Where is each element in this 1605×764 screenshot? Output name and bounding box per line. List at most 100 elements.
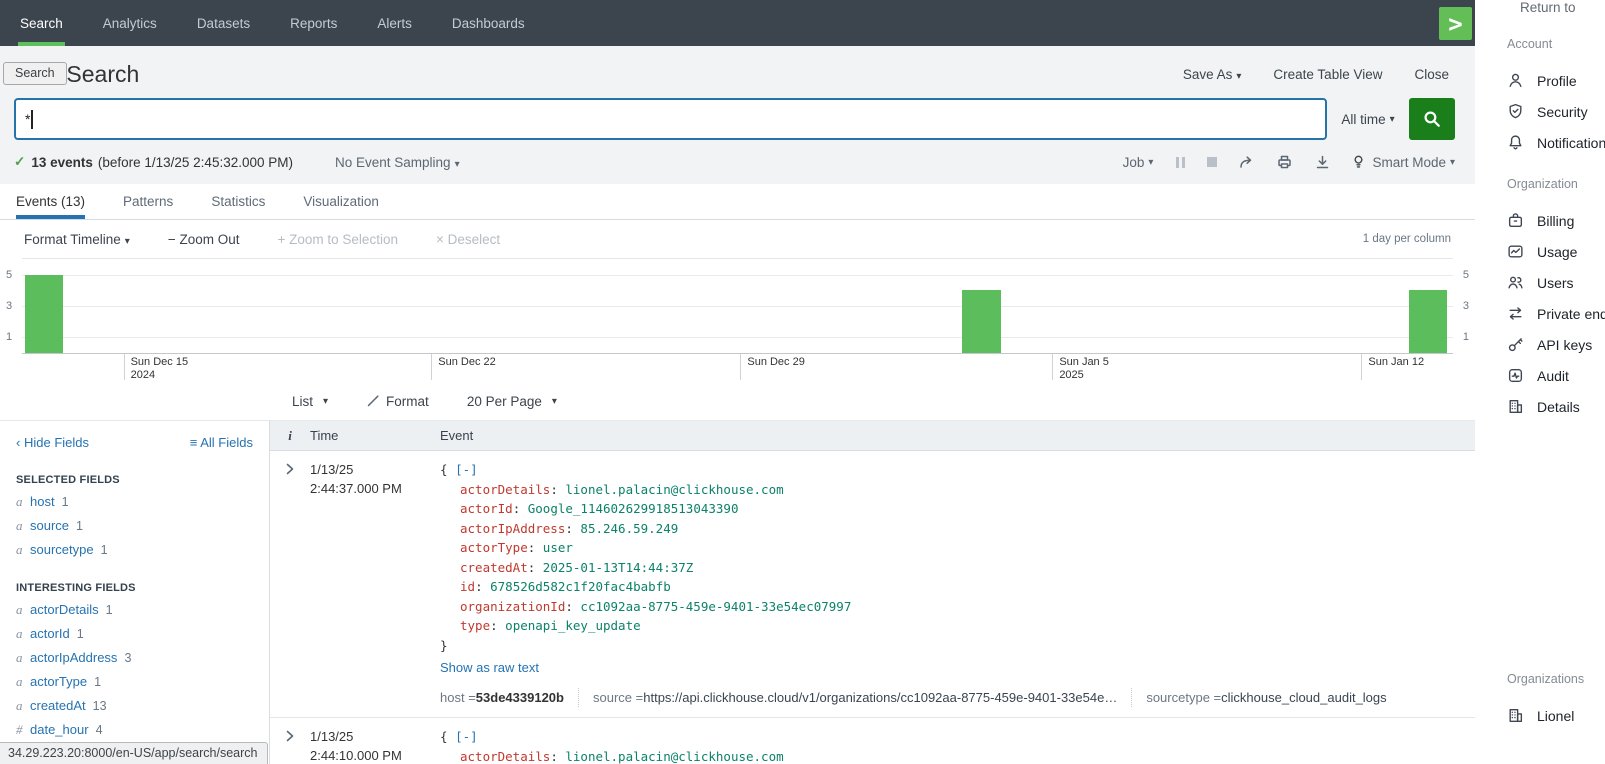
zoom-to-selection-label: Zoom to Selection [289, 232, 398, 247]
stop-icon[interactable] [1207, 157, 1217, 167]
zoom-to-selection-button: + Zoom to Selection [278, 232, 398, 247]
json-value: 85.246.59.249 [580, 521, 678, 536]
field-link[interactable]: actorType [30, 674, 87, 689]
field-link[interactable]: source [30, 518, 69, 533]
timeline-bar[interactable] [25, 275, 64, 353]
json-key: type [460, 618, 505, 633]
menu-item-notifications[interactable]: Notifications [1507, 127, 1605, 158]
share-icon[interactable] [1238, 154, 1255, 170]
hide-fields-button[interactable]: ‹ Hide Fields [16, 435, 89, 450]
search-input[interactable]: * [14, 98, 1327, 140]
menu-item-audit[interactable]: Audit [1507, 360, 1605, 391]
meta-field-value[interactable]: 53de4339120b [476, 688, 564, 708]
event-sampling-dropdown[interactable]: No Event Sampling▾ [335, 155, 460, 170]
tab-statistics[interactable]: Statistics [211, 184, 265, 219]
field-link[interactable]: createdAt [30, 698, 86, 713]
nav-label: Analytics [103, 16, 157, 31]
json-collapse-toggle[interactable]: [-] [455, 462, 478, 477]
tab-visualization[interactable]: Visualization [303, 184, 379, 219]
smart-mode-toggle[interactable]: Smart Mode▾ [1352, 154, 1455, 170]
meta-field-value[interactable]: clickhouse_cloud_audit_logs [1221, 688, 1387, 708]
y-tick-label: 5 [6, 269, 12, 281]
field-count: 3 [124, 651, 131, 665]
timeline-plot[interactable]: 113355 [22, 258, 1453, 354]
print-icon[interactable] [1276, 154, 1293, 170]
nav-item-dashboards[interactable]: Dashboards [432, 0, 545, 46]
per-page-dropdown[interactable]: 20 Per Page▾ [467, 394, 557, 409]
format-timeline-label: Format Timeline [24, 232, 121, 247]
field-item: aactorType1 [16, 674, 253, 690]
event-row: 1/13/25 2:44:10.000 PM { [-] actorDetail… [270, 718, 1475, 764]
splunk-logo-glyph: > [1448, 12, 1462, 36]
show-raw-text-link[interactable]: Show as raw text [440, 658, 1475, 678]
nav-item-reports[interactable]: Reports [270, 0, 357, 46]
expand-chevron-icon[interactable] [270, 727, 310, 764]
menu-item-private-endpoints[interactable]: Private endpoints [1507, 298, 1605, 329]
json-key: actorDetails [460, 749, 565, 764]
json-value: lionel.palacin@clickhouse.com [565, 749, 783, 764]
splunk-logo[interactable]: > [1439, 7, 1472, 40]
event-meta: host53de4339120b sourcehttps://api.click… [440, 688, 1475, 708]
field-item: acreatedAt13 [16, 698, 253, 714]
format-timeline-dropdown[interactable]: Format Timeline▾ [24, 232, 130, 247]
events-table: i Time Event 1/13/25 2:44:37.000 PM { [-… [270, 420, 1475, 764]
caret-down-icon: ▾ [552, 396, 557, 407]
timeline-scale-note: 1 day per column [1363, 233, 1451, 245]
export-icon[interactable] [1314, 154, 1331, 170]
field-link[interactable]: actorId [30, 626, 70, 641]
all-fields-label: All Fields [200, 435, 253, 450]
format-results-button[interactable]: Format [366, 394, 429, 409]
close-button[interactable]: Close [1414, 67, 1449, 82]
pause-icon[interactable] [1174, 157, 1186, 168]
search-button[interactable] [1409, 98, 1455, 140]
menu-item-usage[interactable]: Usage [1507, 236, 1605, 267]
list-view-dropdown[interactable]: List▾ [292, 394, 328, 409]
time-range-picker[interactable]: All time▾ [1327, 112, 1409, 127]
field-type: a [16, 698, 30, 714]
menu-item-api-keys[interactable]: API keys [1507, 329, 1605, 360]
nav-item-analytics[interactable]: Analytics [83, 0, 177, 46]
field-type: a [16, 494, 30, 510]
field-type: a [16, 602, 30, 618]
deselect-label: Deselect [448, 232, 501, 247]
menu-item-billing[interactable]: Billing [1507, 205, 1605, 236]
expand-chevron-icon[interactable] [270, 460, 310, 707]
job-menu[interactable]: Job▾ [1123, 155, 1154, 170]
browser-status-bar: 34.29.223.20:8000/en-US/app/search/searc… [0, 742, 268, 764]
field-link[interactable]: host [30, 494, 55, 509]
menu-item-users[interactable]: Users [1507, 267, 1605, 298]
return-to-link[interactable]: Return to [1520, 0, 1576, 15]
field-link[interactable]: sourcetype [30, 542, 94, 557]
field-link[interactable]: date_hour [30, 722, 89, 737]
timeline-bar[interactable] [962, 290, 1001, 353]
field-item: asource1 [16, 518, 253, 534]
nav-item-search[interactable]: Search [0, 0, 83, 46]
account-section: Account Profile Security Notifications [1507, 37, 1605, 158]
zoom-out-button[interactable]: − Zoom Out [168, 232, 240, 247]
save-as-label: Save As [1183, 67, 1233, 82]
nav-label: Datasets [197, 16, 250, 31]
gridline [22, 306, 1453, 307]
save-as-button[interactable]: Save As▾ [1183, 67, 1242, 82]
event-row: 1/13/25 2:44:37.000 PM { [-] actorDetail… [270, 451, 1475, 718]
create-table-view-button[interactable]: Create Table View [1273, 67, 1382, 82]
timeline-bar[interactable] [1409, 290, 1448, 353]
meta-field-value[interactable]: https://api.clickhouse.cloud/v1/organiza… [643, 688, 1117, 708]
tab-patterns[interactable]: Patterns [123, 184, 173, 219]
field-link[interactable]: actorDetails [30, 602, 99, 617]
nav-item-datasets[interactable]: Datasets [177, 0, 270, 46]
list-view-label: List [292, 394, 313, 409]
menu-item-organization-lionel[interactable]: Lionel [1507, 700, 1584, 731]
field-link[interactable]: actorIpAddress [30, 650, 117, 665]
menu-item-profile[interactable]: Profile [1507, 65, 1605, 96]
x-tick-label: Sun Dec 15 2024 [124, 354, 188, 380]
caret-down-icon: ▾ [455, 159, 460, 170]
field-count: 1 [94, 675, 101, 689]
menu-item-details[interactable]: Details [1507, 391, 1605, 422]
menu-item-security[interactable]: Security [1507, 96, 1605, 127]
organizations-section: Organizations Lionel [1507, 672, 1584, 731]
json-collapse-toggle[interactable]: [-] [455, 729, 478, 744]
nav-item-alerts[interactable]: Alerts [357, 0, 432, 46]
tab-events[interactable]: Events (13) [16, 184, 85, 219]
all-fields-button[interactable]: ≡ All Fields [190, 435, 253, 450]
